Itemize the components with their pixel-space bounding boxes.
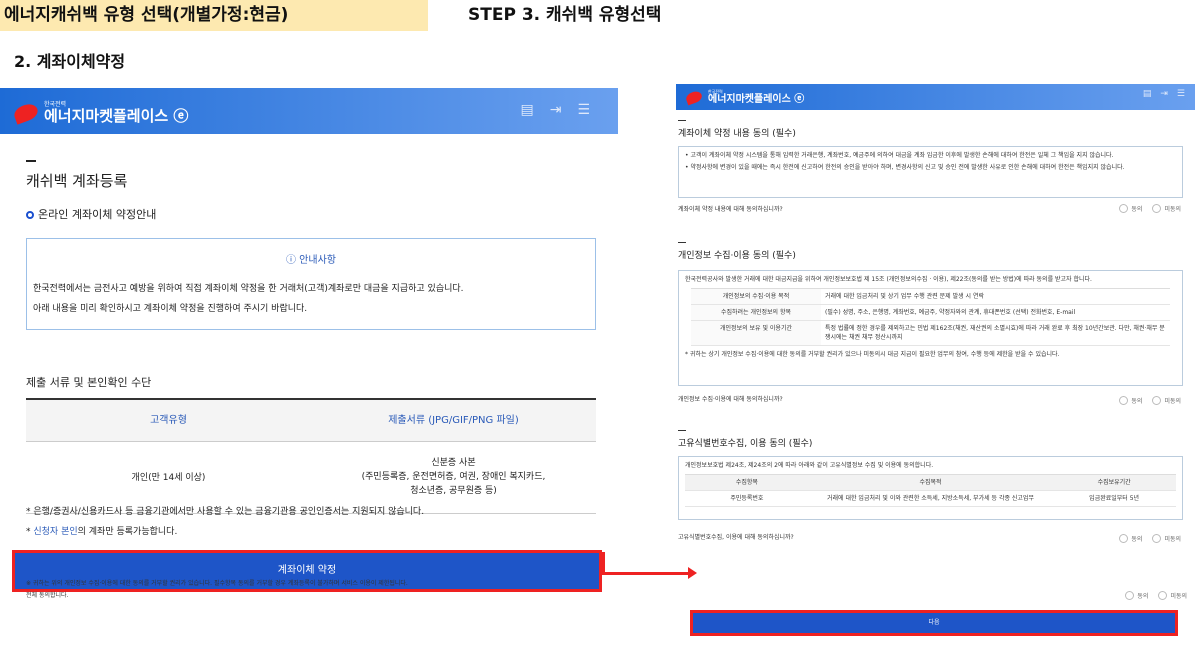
doc-line-3: 청소년증, 공무원증 등) [410, 486, 497, 496]
header-icons: ▤ ⇥ ☰ [1143, 89, 1185, 99]
s1-box: • 고객이 계좌이체 약정 시스템을 통해 입력한 거래은행, 계좌번호, 예금… [678, 146, 1183, 198]
s3-question: 고유식별번호수집, 이용에 대해 동의하십니까? [678, 534, 794, 541]
s2-dash [678, 242, 686, 243]
s3-table: 수집항목 수집목적 수집보유기간 주민등록번호 거래에 대한 입금처리 및 이와… [685, 474, 1176, 507]
docs-table: 고객유형 제출서류 (JPG/GIF/PNG 파일) 개인(만 14세 이상) … [26, 398, 596, 514]
col-purpose: 수집목적 [919, 479, 942, 486]
all-disagree-radio[interactable]: 미동의 [1158, 591, 1187, 600]
col-documents: 제출서류 (JPG/GIF/PNG 파일) [388, 415, 519, 426]
notice-box: ⓘ 안내사항 한국전력에서는 금전사고 예방을 위하여 직접 계좌이체 약정을 … [26, 238, 596, 330]
logo[interactable]: 한국전력 에너지마켓플레이스 ⓔ [11, 100, 189, 125]
logo-text: 에너지마켓플레이스 ⓔ [44, 107, 189, 125]
s3-title: 고유식별번호수집, 이용 동의 (필수) [678, 439, 813, 449]
s1-title: 계좌이체 약정 내용 동의 (필수) [678, 129, 796, 139]
s3-radios: 동의 미동의 [1119, 534, 1181, 543]
footnote-2: * 신청자 본인의 계좌만 등록가능합니다. [26, 524, 177, 537]
applicant-link[interactable]: 신청자 본인 [33, 527, 77, 537]
s3-disagree-radio[interactable]: 미동의 [1152, 534, 1181, 543]
cell-purpose: 거래에 대한 입금처리 및 이와 관련한 소득세, 지방소득세, 부가세 등 각… [827, 495, 1034, 502]
sub-title: 2. 계좌이체약정 [14, 52, 126, 71]
s2-agree-radio[interactable]: 동의 [1119, 396, 1142, 405]
row-key: 개인정보의 수집·이용 목적 [722, 293, 790, 300]
table-header: 수집항목 수집목적 수집보유기간 [685, 475, 1176, 491]
notice-heading: ⓘ 안내사항 [286, 255, 336, 266]
cell-item: 주민등록번호 [730, 495, 764, 502]
row-key: 개인정보의 보유 및 이용기간 [720, 325, 792, 332]
all-agree-radios: 동의 미동의 [1125, 591, 1187, 600]
row-key: 수집하려는 개인정보의 항목 [720, 309, 792, 316]
cell-docs: 신분증 사본 (주민등록증, 운전면허증, 여권, 장애인 복지카드, 청소년증… [311, 442, 596, 513]
s1-disagree-radio[interactable]: 미동의 [1152, 204, 1181, 213]
step-title: 에너지캐쉬백 유형 선택(개별가정:현금) [0, 0, 428, 31]
s1-question: 계좌이체 약정 내용에 대해 동의하십니까? [678, 206, 783, 213]
s1-line-1: • 고객이 계좌이체 약정 시스템을 통해 입력한 거래은행, 계좌번호, 예금… [685, 152, 1114, 159]
s3-agree-radio[interactable]: 동의 [1119, 534, 1142, 543]
table-row: 개인정보의 보유 및 이용기간 특정 법률에 정한 경우를 제외하고는 민법 제1… [691, 321, 1170, 346]
final-note: ※ 귀하는 위의 개인정보 수집·이용에 대한 동의를 거부할 권리가 있습니다… [26, 580, 408, 587]
app-header-bar-small: 한국전력 에너지마켓플레이스 ⓔ ▤ ⇥ ☰ [676, 84, 1195, 110]
s2-question: 개인정보 수집·이용에 대해 동의하십니까? [678, 396, 783, 403]
doc-line-1: 신분증 사본 [431, 458, 476, 468]
cell-type: 개인(만 14세 이상) [131, 473, 206, 483]
col-period: 수집보유기간 [1097, 479, 1131, 486]
kepco-logo-icon [11, 100, 41, 125]
kepco-logo-icon [684, 89, 704, 105]
left-screen: 한국전력 에너지마켓플레이스 ⓔ ▤ ⇥ ☰ 캐쉬백 계좌등록 온라인 계좌이체… [0, 88, 618, 633]
doc-line-2: (주민등록증, 운전면허증, 여권, 장애인 복지카드, [361, 472, 546, 482]
header-icons: ▤ ⇥ ☰ [520, 102, 590, 118]
section-heading: 온라인 계좌이체 약정안내 [26, 206, 156, 222]
step-label: STEP 3. 캐쉬백 유형선택 [468, 5, 662, 25]
login-icon[interactable]: ⇥ [550, 102, 562, 118]
s3-intro: 개인정보보호법 제24조, 제24조의 2에 따라 아래와 같이 고유식별정보 … [685, 462, 934, 469]
logo-text: 에너지마켓플레이스 ⓔ [708, 94, 805, 105]
table-header: 고객유형 제출서류 (JPG/GIF/PNG 파일) [26, 400, 596, 442]
logo-small[interactable]: 한국전력 에너지마켓플레이스 ⓔ [684, 89, 805, 105]
title-dash [26, 160, 36, 162]
s2-table: 개인정보의 수집·이용 목적 거래에 대한 입금처리 및 상기 업무 수행 관련 … [691, 288, 1170, 346]
all-agree-radio[interactable]: 동의 [1125, 591, 1148, 600]
s2-note: * 귀하는 상기 개인정보 수집·이용에 대한 동의를 거부할 권리가 있으나 … [685, 351, 1060, 358]
document-icon[interactable]: ▤ [520, 102, 533, 118]
document-icon[interactable]: ▤ [1143, 89, 1152, 99]
table-row: 개인정보의 수집·이용 목적 거래에 대한 입금처리 및 상기 업무 수행 관련 … [691, 289, 1170, 305]
table-row: 주민등록번호 거래에 대한 입금처리 및 이와 관련한 소득세, 지방소득세, … [685, 491, 1176, 507]
s1-agree-radio[interactable]: 동의 [1119, 204, 1142, 213]
right-screen: 한국전력 에너지마켓플레이스 ⓔ ▤ ⇥ ☰ 계좌이체 약정 내용 동의 (필수… [676, 84, 1195, 659]
col-customer-type: 고객유형 [150, 415, 187, 426]
s3-dash [678, 430, 686, 431]
notice-line-2: 아래 내용을 미리 확인하시고 계좌이체 약정을 진행하여 주시기 바랍니다. [33, 304, 308, 314]
s3-box: 개인정보보호법 제24조, 제24조의 2에 따라 아래와 같이 고유식별정보 … [678, 456, 1183, 520]
section-heading-text: 온라인 계좌이체 약정안내 [38, 208, 157, 221]
app-header-bar: 한국전력 에너지마켓플레이스 ⓔ ▤ ⇥ ☰ [0, 88, 618, 134]
row-value: (필수) 성명, 주소, 은행명, 계좌번호, 예금주, 약정자와의 관계, 휴… [821, 305, 1170, 320]
circle-bullet-icon [26, 211, 34, 219]
all-agree-label: 전체 동의합니다. [26, 592, 69, 599]
notice-line-1: 한국전력에서는 금전사고 예방을 위하여 직접 계좌이체 약정을 한 거래처(고… [33, 284, 464, 294]
menu-icon[interactable]: ☰ [577, 102, 590, 118]
login-icon[interactable]: ⇥ [1160, 89, 1168, 99]
s2-radios: 동의 미동의 [1119, 396, 1181, 405]
s1-radios: 동의 미동의 [1119, 204, 1181, 213]
table-row: 수집하려는 개인정보의 항목 (필수) 성명, 주소, 은행명, 계좌번호, 예금… [691, 305, 1170, 321]
cell-period: 입금완료일부터 5년 [1089, 495, 1140, 502]
page-title: 캐쉬백 계좌등록 [26, 172, 128, 190]
menu-icon[interactable]: ☰ [1177, 89, 1185, 99]
s1-line-2: • 약정사항에 변경이 있을 때에는 즉시 한전에 신고하여 한전의 승인을 받… [685, 164, 1125, 171]
docs-heading: 제출 서류 및 본인확인 수단 [26, 376, 152, 389]
row-value: 특정 법률에 정한 경우를 제외하고는 민법 제162조(채권, 재산권의 소멸… [821, 321, 1170, 345]
row-value: 거래에 대한 입금처리 및 상기 업무 수행 관련 문제 발생 시 연락 [821, 289, 1170, 304]
col-item: 수집항목 [735, 479, 758, 486]
footnote-2-suffix: 의 계좌만 등록가능합니다. [77, 527, 178, 537]
s2-box: 한국전력공사와 발생한 거래에 대한 대금지급을 위하여 개인정보보호법 제 1… [678, 270, 1183, 386]
s2-title: 개인정보 수집·이용 동의 (필수) [678, 251, 796, 261]
s1-dash [678, 120, 686, 121]
s2-intro: 한국전력공사와 발생한 거래에 대한 대금지급을 위하여 개인정보보호법 제 1… [685, 276, 1092, 283]
s2-disagree-radio[interactable]: 미동의 [1152, 396, 1181, 405]
footnote-1: * 은행/증권사/신용카드사 등 금융기관에서만 사용할 수 있는 금융기관용 … [26, 507, 425, 517]
next-button[interactable]: 다음 [690, 610, 1178, 636]
